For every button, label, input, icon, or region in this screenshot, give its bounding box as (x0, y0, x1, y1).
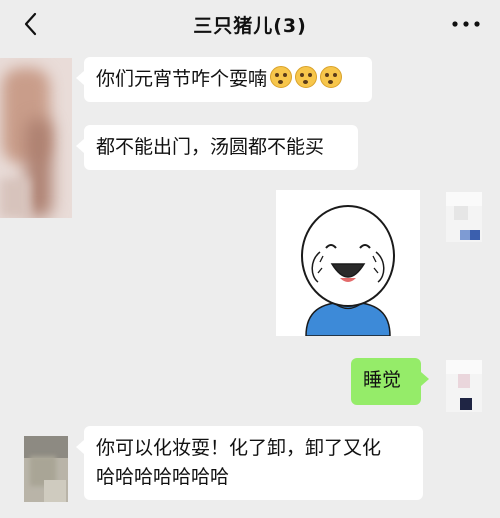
chat-header: 三只猪儿(3) (0, 0, 500, 50)
pleading-face-emoji (270, 66, 293, 88)
message-text: 你们元宵节咋个耍喃 (96, 68, 268, 90)
message-text: 都不能出门，汤圆都不能买 (96, 136, 325, 158)
sender-avatar[interactable] (0, 58, 72, 218)
message-text: 睡觉 (363, 369, 402, 391)
sticker-message[interactable] (276, 190, 420, 337)
more-dots-icon[interactable] (446, 12, 486, 36)
sender-avatar[interactable] (24, 436, 68, 502)
message-bubble[interactable]: 你可以化妆耍！化了卸，卸了又化 哈哈哈哈哈哈哈 (76, 426, 423, 500)
message-text-line: 哈哈哈哈哈哈哈 (96, 466, 230, 488)
message-bubble[interactable]: 你们元宵节咋个耍喃 (76, 57, 372, 102)
message-bubble[interactable]: 睡觉 (351, 358, 429, 405)
self-avatar[interactable] (446, 360, 482, 412)
crying-laughing-stick-figure (301, 205, 395, 337)
message-bubble[interactable]: 都不能出门，汤圆都不能买 (76, 125, 358, 170)
message-text-line: 你可以化妆耍！化了卸，卸了又化 (96, 437, 382, 459)
pleading-face-emoji (295, 66, 318, 88)
pleading-face-emoji (320, 66, 343, 88)
self-avatar[interactable] (446, 192, 482, 242)
chat-title: 三只猪儿(3) (193, 15, 307, 37)
